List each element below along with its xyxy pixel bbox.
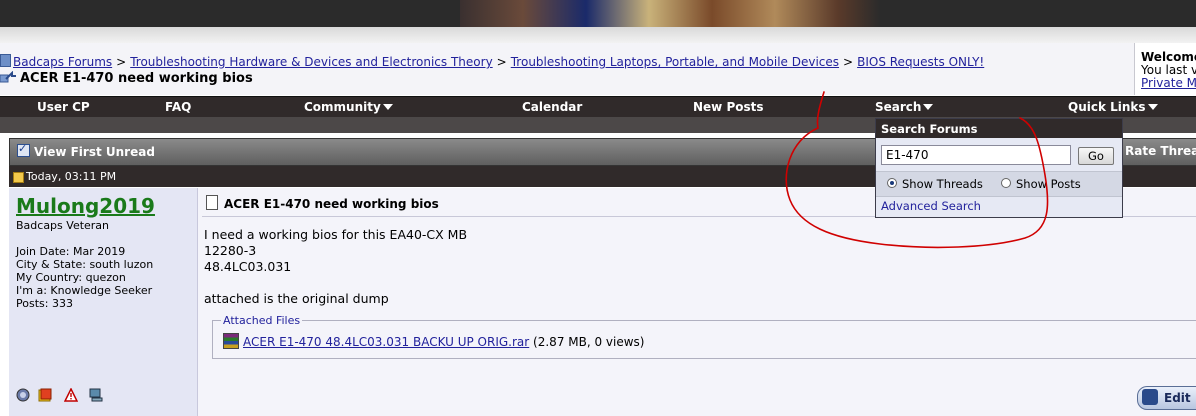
attached-files-legend: Attached Files xyxy=(221,314,303,327)
nav-quick-links[interactable]: Quick Links xyxy=(1068,97,1158,118)
nav-community[interactable]: Community xyxy=(304,97,393,118)
user-im-a: I'm a: Knowledge Seeker xyxy=(16,284,153,297)
show-threads-label[interactable]: Show Threads xyxy=(902,177,983,191)
nav-new-posts[interactable]: New Posts xyxy=(693,97,764,118)
nav-calendar-label: Calendar xyxy=(522,100,583,114)
user-country: My Country: quezon xyxy=(16,271,126,284)
show-threads-radio[interactable] xyxy=(887,178,897,188)
first-unread-icon xyxy=(17,142,30,157)
private-messages-link[interactable]: Private Me xyxy=(1141,76,1196,90)
breadcrumb-trail: Badcaps Forums > Troubleshooting Hardware … xyxy=(0,54,984,69)
view-first-unread-label: View First Unread xyxy=(34,145,155,159)
welcome-last-visit: You last v xyxy=(1141,63,1196,77)
attachment-link[interactable]: ACER E1-470 48.4LC03.031 BACKU UP ORIG.r… xyxy=(243,335,529,349)
search-forums-popup: Search Forums Go Show Threads Show Posts… xyxy=(875,118,1123,218)
username-link[interactable]: Mulong2019 xyxy=(16,194,155,218)
attachment-meta: (2.87 MB, 0 views) xyxy=(533,335,645,349)
report-post-icon[interactable] xyxy=(64,388,78,402)
edit-label: Edit xyxy=(1164,391,1191,405)
nav-faq[interactable]: FAQ xyxy=(165,97,191,118)
thread-title-text: ACER E1-470 need working bios xyxy=(20,71,253,86)
chevron-down-icon xyxy=(1147,104,1158,110)
online-status-icon xyxy=(16,388,30,402)
chevron-down-icon xyxy=(382,104,393,110)
attached-files-box: Attached Files ACER E1-470 48.4LC03.031 … xyxy=(212,314,1196,359)
breadcrumb-link-troubleshooting-laptops[interactable]: Troubleshooting Laptops, Portable, and M… xyxy=(511,55,839,69)
page-title: ACER E1-470 need working bios xyxy=(0,71,253,86)
ip-address-icon[interactable] xyxy=(89,388,103,402)
reputation-icon[interactable] xyxy=(38,388,52,402)
rar-archive-icon xyxy=(223,333,239,349)
edit-post-button[interactable]: Edit xyxy=(1137,386,1196,410)
post-message-line: I need a working bios for this EA40-CX M… xyxy=(204,227,468,242)
post-title: ACER E1-470 need working bios xyxy=(206,195,439,211)
view-first-unread-link[interactable]: View First Unread xyxy=(17,142,155,159)
user-join-date: Join Date: Mar 2019 xyxy=(16,245,126,258)
post-body: ACER E1-470 need working bios I need a w… xyxy=(198,188,1196,416)
show-posts-label[interactable]: Show Posts xyxy=(1016,177,1081,191)
post-user-info: Mulong2019 Badcaps Veteran Join Date: Ma… xyxy=(9,188,198,416)
search-popup-header: Search Forums xyxy=(876,119,1122,138)
post-message-line: 12280-3 xyxy=(204,243,257,258)
main-navbar: User CP FAQ Community Calendar New Posts… xyxy=(0,96,1196,118)
nav-search[interactable]: Search xyxy=(875,97,934,118)
breadcrumb-separator: > xyxy=(496,55,507,69)
post-message-line: 48.4LC03.031 xyxy=(204,259,292,274)
post-message-line: attached is the original dump xyxy=(204,291,389,306)
user-title: Badcaps Veteran xyxy=(16,219,110,232)
welcome-title: Welcome xyxy=(1141,50,1196,64)
site-banner xyxy=(0,0,1196,27)
user-post-count: Posts: 333 xyxy=(16,297,73,310)
breadcrumb-link-troubleshooting-hardware[interactable]: Troubleshooting Hardware & Devices and E… xyxy=(130,55,492,69)
edit-icon xyxy=(1142,389,1158,405)
post-status-icon xyxy=(13,172,24,183)
nav-new-posts-label: New Posts xyxy=(693,100,764,114)
nav-community-label: Community xyxy=(304,100,381,114)
nav-quick-links-label: Quick Links xyxy=(1068,100,1146,114)
chevron-down-icon xyxy=(923,104,934,110)
advanced-search-link[interactable]: Advanced Search xyxy=(881,199,981,213)
nav-user-cp[interactable]: User CP xyxy=(37,97,90,118)
attachment-row: ACER E1-470 48.4LC03.031 BACKU UP ORIG.r… xyxy=(223,333,645,349)
nav-calendar[interactable]: Calendar xyxy=(522,97,582,118)
user-city-state: City & State: south luzon xyxy=(16,258,154,271)
search-input[interactable] xyxy=(881,145,1071,165)
show-posts-radio[interactable] xyxy=(1001,178,1011,188)
nav-search-label: Search xyxy=(875,100,922,114)
search-popup-title: Search Forums xyxy=(881,122,978,136)
breadcrumb: Badcaps Forums > Troubleshooting Hardware … xyxy=(0,43,1134,95)
post-date: Today, 03:11 PM xyxy=(26,170,117,183)
search-go-button[interactable]: Go xyxy=(1078,147,1114,165)
post-title-text: ACER E1-470 need working bios xyxy=(224,197,439,211)
breadcrumb-separator: > xyxy=(843,55,854,69)
forum-home-icon[interactable] xyxy=(0,54,11,67)
rate-thread-button[interactable]: Rate Thread xyxy=(1125,144,1196,158)
search-mode-options: Show Threads Show Posts xyxy=(876,171,1122,197)
welcome-panel: Welcome You last v Private Me xyxy=(1134,43,1196,95)
breadcrumb-link-badcaps-forums[interactable]: Badcaps Forums xyxy=(13,55,112,69)
post-icon xyxy=(206,195,218,210)
breadcrumb-separator: > xyxy=(116,55,127,69)
thread-arrow-icon xyxy=(0,71,16,83)
banner-divider xyxy=(0,27,1196,43)
banner-image xyxy=(460,0,880,27)
breadcrumb-link-bios-requests[interactable]: BIOS Requests ONLY! xyxy=(857,55,984,69)
nav-faq-label: FAQ xyxy=(165,100,192,114)
nav-user-cp-label: User CP xyxy=(37,100,90,114)
